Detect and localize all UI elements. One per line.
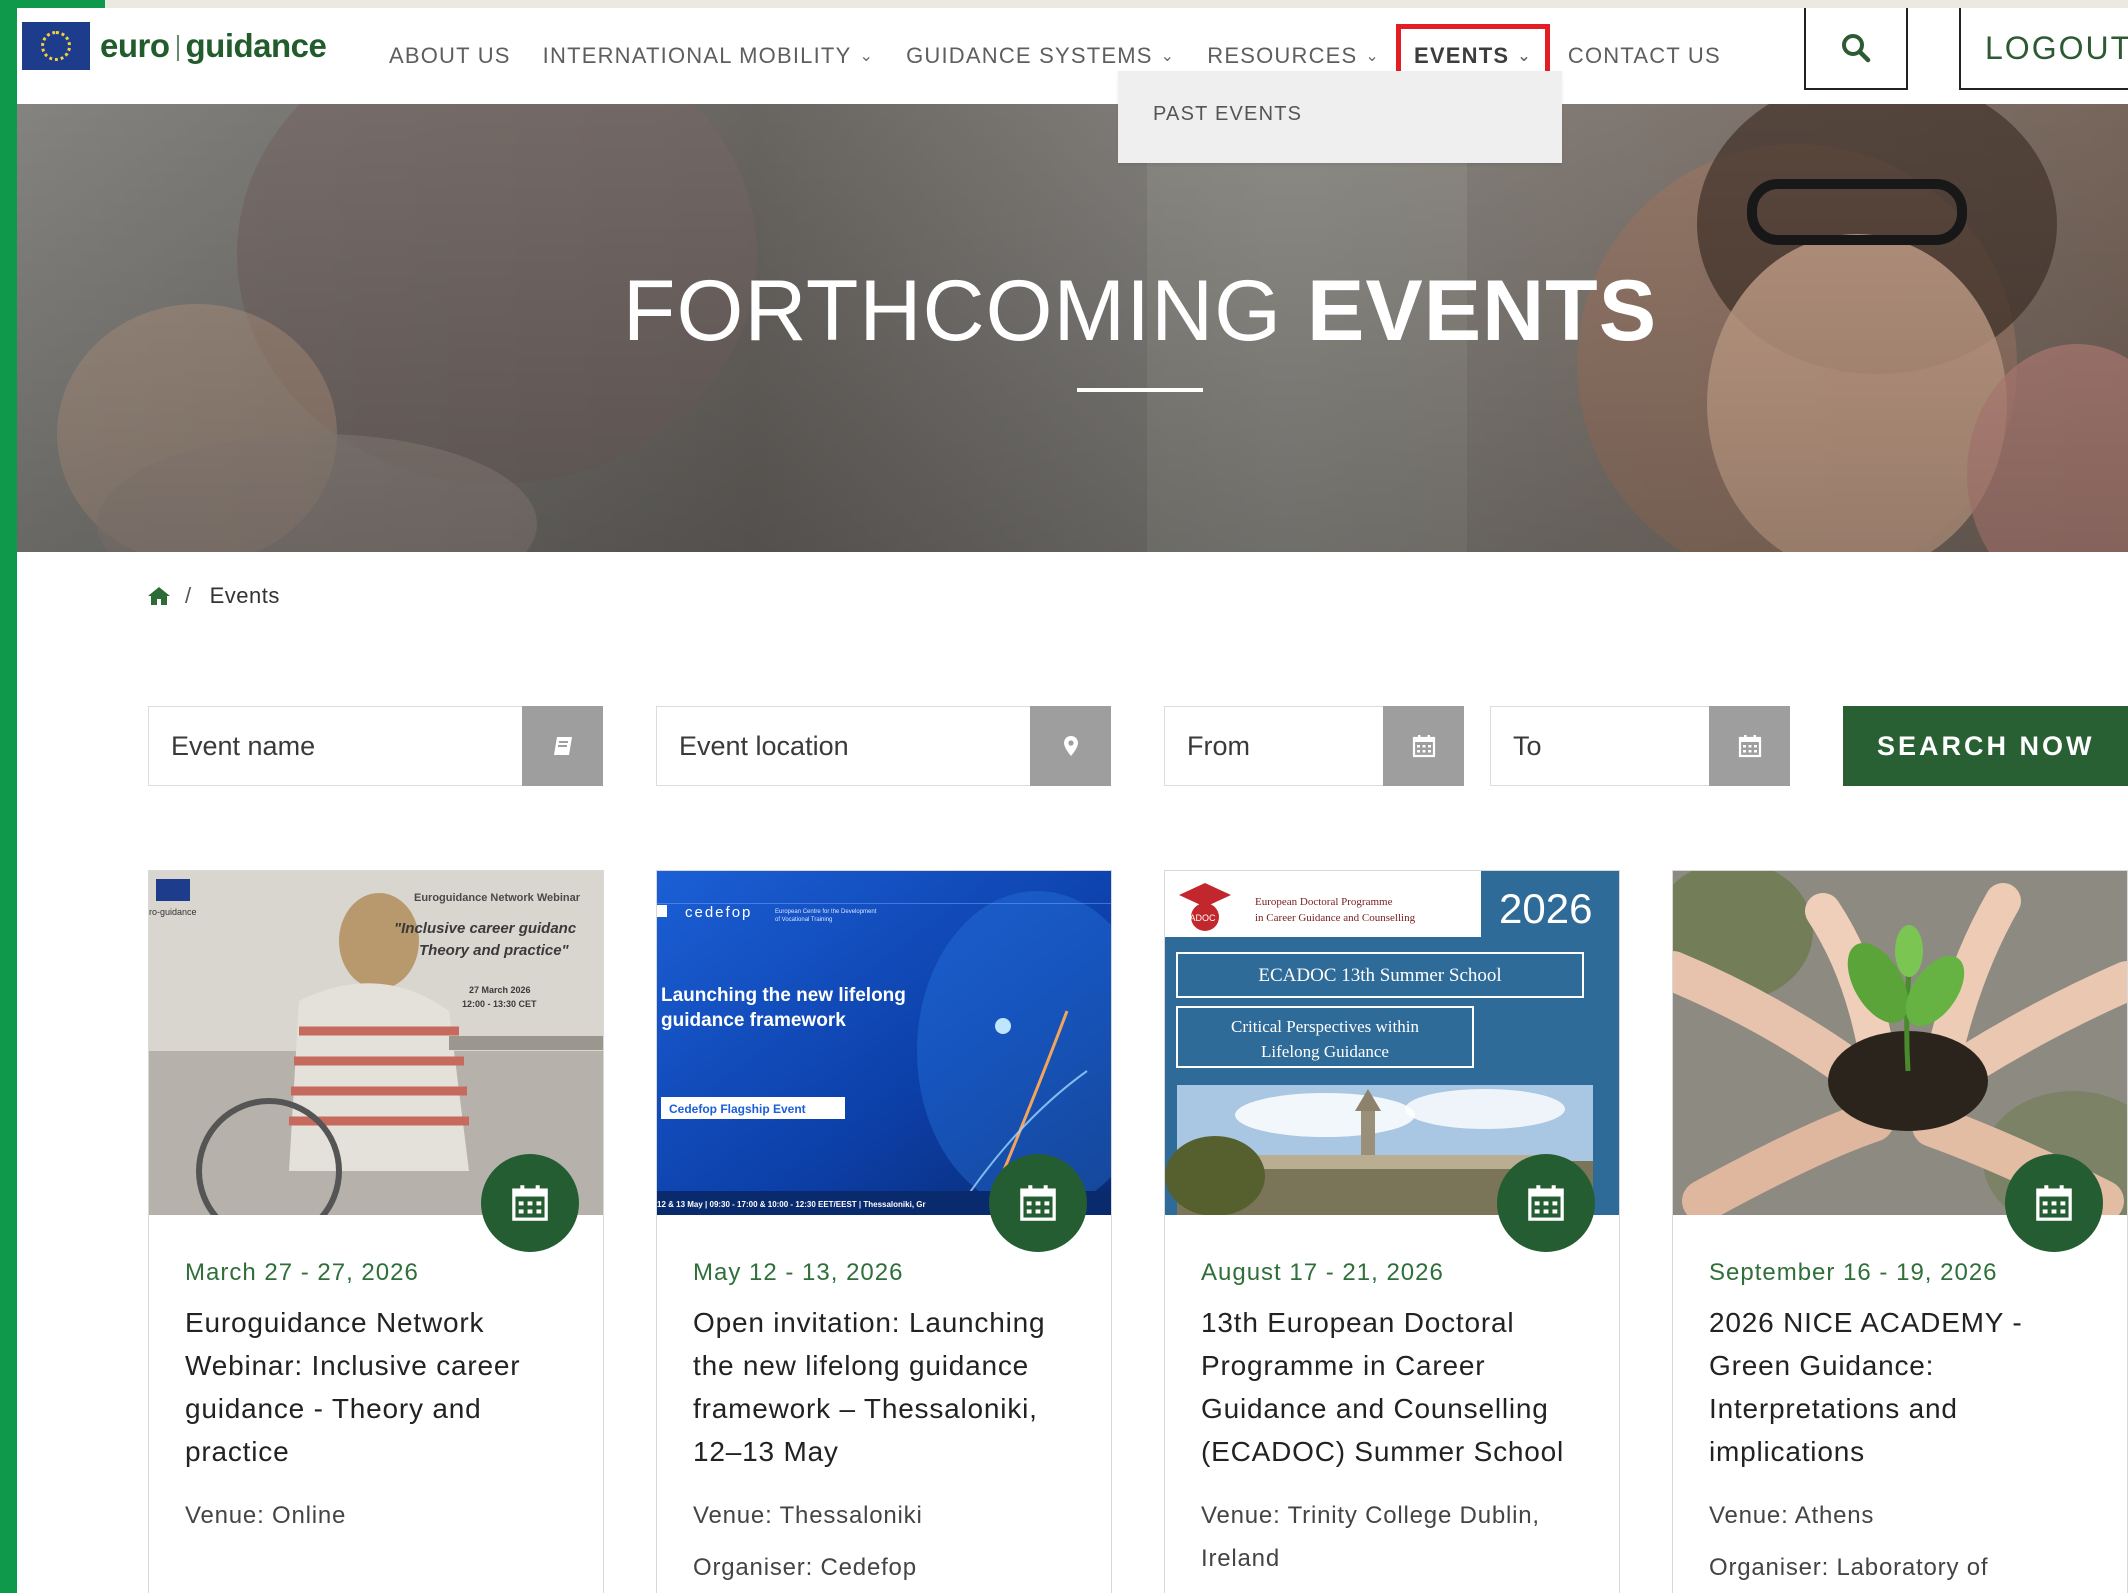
svg-text:of Vocational Training: of Vocational Training: [775, 917, 832, 923]
event-venue: Venue: Online: [185, 1502, 347, 1529]
svg-text:cedefop: cedefop: [685, 904, 752, 921]
top-strip: [17, 0, 2128, 8]
search-now-button[interactable]: SEARCH NOW: [1843, 706, 2128, 786]
svg-text:European Centre for the Develo: European Centre for the Development: [775, 909, 877, 915]
svg-text:2026: 2026: [1499, 885, 1592, 932]
chevron-down-icon: ⌄: [1160, 48, 1176, 65]
nav-about-us[interactable]: ABOUT US: [389, 43, 511, 69]
event-organiser: Organiser: Cedefop: [693, 1554, 917, 1581]
calendar-badge: [481, 1154, 579, 1252]
svg-text:ECADOC 13th Summer School: ECADOC 13th Summer School: [1258, 965, 1501, 986]
breadcrumb-separator: /: [185, 583, 192, 608]
from-date-input[interactable]: [1165, 707, 1380, 785]
event-card[interactable]: ECADOC European Doctoral Programme in Ca…: [1164, 870, 1620, 1593]
calendar-icon: [1528, 1185, 1564, 1221]
chevron-down-icon: ⌄: [859, 48, 875, 65]
event-date: September 16 - 19, 2026: [1709, 1259, 1998, 1286]
chevron-down-icon: ⌄: [1517, 48, 1532, 65]
hero-title: FORTHCOMING EVENTS: [622, 263, 1658, 359]
site-logo[interactable]: euro guidance: [22, 21, 327, 71]
svg-text:Theory and practice": Theory and practice": [419, 942, 570, 959]
site-header: euro guidance ABOUT US INTERNATIONAL MOBI…: [17, 8, 2128, 104]
event-title[interactable]: 2026 NICE ACADEMY - Green Guidance: Inte…: [1709, 1301, 2109, 1473]
search-icon: [1842, 34, 1871, 63]
nav-resources[interactable]: RESOURCES ⌄: [1207, 43, 1380, 69]
event-name-input[interactable]: [149, 707, 519, 785]
svg-text:Euroguidance Network Webinar: Euroguidance Network Webinar: [414, 892, 581, 904]
from-date-filter: [1164, 706, 1464, 786]
book-icon: [553, 737, 572, 755]
event-date: May 12 - 13, 2026: [693, 1259, 904, 1286]
to-date-filter: [1490, 706, 1790, 786]
menu-item-past-events[interactable]: PAST EVENTS: [1153, 103, 1302, 126]
event-card[interactable]: ro-guidance Euroguidance Network Webinar…: [148, 870, 604, 1593]
to-date-input[interactable]: [1491, 707, 1706, 785]
svg-text:ro-guidance: ro-guidance: [149, 907, 197, 917]
event-card[interactable]: September 16 - 19, 2026 2026 NICE ACADEM…: [1672, 870, 2128, 1593]
svg-text:"Inclusive career guidanc: "Inclusive career guidanc: [394, 920, 577, 937]
event-name-button[interactable]: [522, 706, 603, 786]
event-date: August 17 - 21, 2026: [1201, 1259, 1444, 1286]
calendar-icon: [1412, 735, 1435, 758]
to-date-button[interactable]: [1709, 706, 1790, 786]
svg-text:European Doctoral Programme: European Doctoral Programme: [1255, 896, 1393, 908]
hero-title-underline: [1077, 388, 1203, 392]
svg-text:guidance framework: guidance framework: [661, 1010, 846, 1031]
from-date-button[interactable]: [1383, 706, 1464, 786]
logo-wordmark: euro guidance: [100, 27, 327, 64]
svg-text:12 & 13 May | 09:30 - 17:00 &: 12 & 13 May | 09:30 - 17:00 & 10:00 - 12…: [657, 1200, 926, 1209]
event-location-filter: [656, 706, 1111, 786]
event-title[interactable]: 13th European Doctoral Programme in Care…: [1201, 1301, 1601, 1473]
event-title[interactable]: Open invitation: Launching the new lifel…: [693, 1301, 1093, 1473]
event-title[interactable]: Euroguidance Network Webinar: Inclusive …: [185, 1301, 585, 1473]
search-button[interactable]: [1804, 8, 1908, 90]
calendar-icon: [1738, 735, 1761, 758]
event-date: March 27 - 27, 2026: [185, 1259, 419, 1286]
calendar-badge: [2005, 1154, 2103, 1252]
svg-text:27 March 2026: 27 March 2026: [469, 985, 531, 995]
event-venue: Venue: Thessaloniki: [693, 1502, 923, 1529]
map-pin-icon: [1063, 736, 1078, 756]
nav-international-mobility[interactable]: INTERNATIONAL MOBILITY ⌄: [543, 43, 874, 69]
event-card[interactable]: cedefop European Centre for the Developm…: [656, 870, 1112, 1593]
svg-text:in Career Guidance and Counsel: in Career Guidance and Counselling: [1255, 912, 1416, 924]
nav-contact-us[interactable]: CONTACT US: [1568, 43, 1721, 69]
event-venue: Venue: Athens: [1709, 1502, 1875, 1529]
nav-guidance-systems[interactable]: GUIDANCE SYSTEMS ⌄: [906, 43, 1175, 69]
calendar-badge: [1497, 1154, 1595, 1252]
logout-button[interactable]: LOGOUT: [1959, 8, 2128, 90]
chevron-down-icon: ⌄: [1365, 48, 1381, 65]
svg-text:Launching the new lifelong: Launching the new lifelong: [661, 985, 906, 1006]
event-name-filter: [148, 706, 603, 786]
calendar-badge: [989, 1154, 1087, 1252]
breadcrumb-current: Events: [209, 583, 280, 608]
events-dropdown-menu: PAST EVENTS: [1118, 71, 1562, 163]
event-venue: Venue: Trinity College Dublin, Ireland: [1201, 1502, 1540, 1572]
breadcrumb: / Events: [147, 583, 280, 609]
svg-text:Lifelong Guidance: Lifelong Guidance: [1261, 1042, 1389, 1061]
hero-banner: FORTHCOMING EVENTS: [17, 104, 2128, 552]
calendar-icon: [512, 1185, 548, 1221]
page: euro guidance ABOUT US INTERNATIONAL MOBI…: [17, 0, 2128, 1593]
svg-text:Cedefop Flagship Event: Cedefop Flagship Event: [669, 1102, 806, 1116]
svg-text:ECADOC: ECADOC: [1177, 913, 1216, 923]
eu-flag-icon: [22, 22, 90, 70]
calendar-icon: [2036, 1185, 2072, 1221]
event-organiser: Organiser: Laboratory of: [1709, 1554, 1989, 1581]
event-location-input[interactable]: [657, 707, 1027, 785]
home-icon[interactable]: [147, 585, 171, 607]
svg-text:Critical Perspectives within: Critical Perspectives within: [1231, 1017, 1419, 1036]
event-location-button[interactable]: [1030, 706, 1111, 786]
svg-text:12:00 - 13:30 CET: 12:00 - 13:30 CET: [462, 999, 537, 1009]
calendar-icon: [1020, 1185, 1056, 1221]
